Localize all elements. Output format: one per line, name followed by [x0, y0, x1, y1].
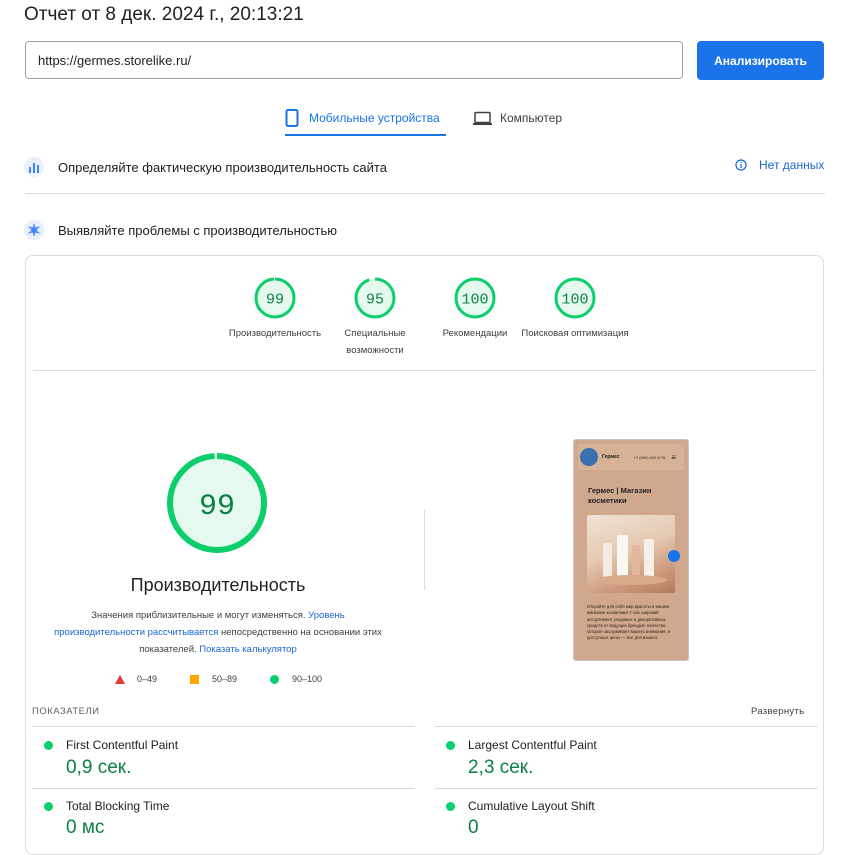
active-tab-indicator: [285, 134, 446, 136]
report-title: Отчет от 8 дек. 2024 г., 20:13:21: [24, 4, 304, 25]
show-calculator-link[interactable]: Показать калькулятор: [199, 644, 296, 655]
desktop-icon: [473, 111, 492, 125]
preview-phone: +7 (999) 010 5 76: [633, 454, 666, 460]
no-data-link[interactable]: Нет данных: [735, 158, 824, 172]
score-gauge-0[interactable]: 99: [253, 276, 297, 320]
pass-circle-icon: [44, 801, 53, 811]
metric-fcp-value: 0,9 сек.: [66, 757, 132, 778]
preview-product-image: [587, 515, 675, 593]
info-icon: [735, 159, 747, 171]
score-gauge-2[interactable]: 100: [453, 276, 497, 320]
divider: [32, 726, 415, 727]
metric-lcp-name: Largest Contentful Paint: [468, 738, 597, 752]
square-icon: [190, 674, 199, 684]
pass-circle-icon: [44, 740, 53, 750]
analyze-button[interactable]: Анализировать: [697, 41, 824, 80]
legend-average: 50–89: [190, 674, 237, 684]
score-gauge-1[interactable]: 95: [353, 276, 397, 320]
metric-lcp: Largest Contentful Paint: [446, 738, 597, 752]
legend-pass: 90–100: [270, 674, 322, 684]
score-gauge-3[interactable]: 100: [553, 276, 597, 320]
divider: [25, 193, 825, 194]
page-screenshot-thumbnail: Гермес +7 (999) 010 5 76 ≡ Гермес | Мага…: [573, 439, 689, 661]
lab-data-header: Выявляйте проблемы с производительностью: [24, 220, 337, 240]
metrics-heading: ПОКАЗАТЕЛИ: [32, 706, 100, 717]
pass-circle-icon: [446, 740, 455, 750]
legend-pass-range: 90–100: [292, 674, 323, 684]
legend-fail-range: 0–49: [137, 674, 158, 684]
mobile-icon: [285, 109, 299, 127]
tab-mobile-label: Мобильные устройства: [309, 111, 440, 125]
metric-cls-name: Cumulative Layout Shift: [468, 799, 595, 813]
metric-cls: Cumulative Layout Shift: [446, 799, 595, 813]
legend-fail: 0–49: [115, 674, 157, 684]
score-gauge-label: Рекомендации: [442, 328, 508, 339]
preview-heading: Гермес | Магазин косметики: [588, 486, 652, 505]
tab-desktop[interactable]: Компьютер: [473, 103, 562, 133]
url-field[interactable]: [25, 41, 683, 79]
metric-fcp: First Contentful Paint: [44, 738, 178, 752]
preview-brand: Гермес: [602, 454, 620, 460]
menu-icon: ≡: [671, 452, 676, 462]
metric-tbt-value: 0 мс: [66, 817, 105, 838]
score-gauge-label: Специальные возможности: [344, 328, 406, 356]
preview-body-text: Откройте для себя мир красоты в нашем ма…: [587, 604, 671, 641]
divider: [32, 788, 415, 789]
preview-header: Гермес +7 (999) 010 5 76 ≡: [578, 444, 684, 470]
vertical-divider: [424, 510, 425, 590]
gauge-score: 95: [366, 291, 384, 308]
logo-icon: [580, 448, 598, 466]
performance-main-gauge: 99: [167, 453, 267, 553]
divider: [33, 370, 817, 371]
url-input[interactable]: [26, 42, 682, 78]
tab-desktop-label: Компьютер: [500, 111, 563, 125]
circle-icon: [270, 674, 279, 684]
tab-mobile[interactable]: Мобильные устройства: [285, 103, 440, 133]
chat-widget-icon: [668, 550, 680, 562]
note-text-1: Значения приблизительные и могут изменят…: [91, 610, 306, 621]
field-data-icon: [24, 157, 44, 177]
divider: [435, 788, 818, 789]
performance-title: Производительность: [130, 575, 306, 595]
no-data-label: Нет данных: [759, 158, 825, 172]
metric-lcp-value: 2,3 сек.: [468, 757, 534, 778]
score-gauge-label: Поисковая оптимизация: [521, 328, 629, 339]
gauge-score: 99: [199, 490, 235, 524]
lab-data-title: Выявляйте проблемы с производительностью: [58, 222, 338, 238]
diagnose-icon: [24, 220, 44, 240]
score-note: Значения приблизительные и могут изменят…: [50, 607, 386, 658]
metric-cls-value: 0: [468, 817, 479, 838]
legend-average-range: 50–89: [212, 674, 238, 684]
divider: [435, 726, 818, 727]
score-gauge-label: Производительность: [228, 328, 322, 339]
pass-circle-icon: [446, 801, 455, 811]
expand-button[interactable]: Развернуть: [751, 706, 804, 717]
triangle-icon: [115, 674, 125, 684]
field-data-title: Определяйте фактическую производительнос…: [58, 159, 387, 175]
metric-tbt-name: Total Blocking Time: [66, 799, 170, 813]
metric-tbt: Total Blocking Time: [44, 799, 169, 813]
gauge-score: 100: [561, 291, 588, 308]
field-data-header: Определяйте фактическую производительнос…: [24, 157, 387, 177]
gauge-score: 100: [461, 291, 488, 308]
gauge-score: 99: [266, 291, 284, 308]
metric-fcp-name: First Contentful Paint: [66, 738, 179, 752]
